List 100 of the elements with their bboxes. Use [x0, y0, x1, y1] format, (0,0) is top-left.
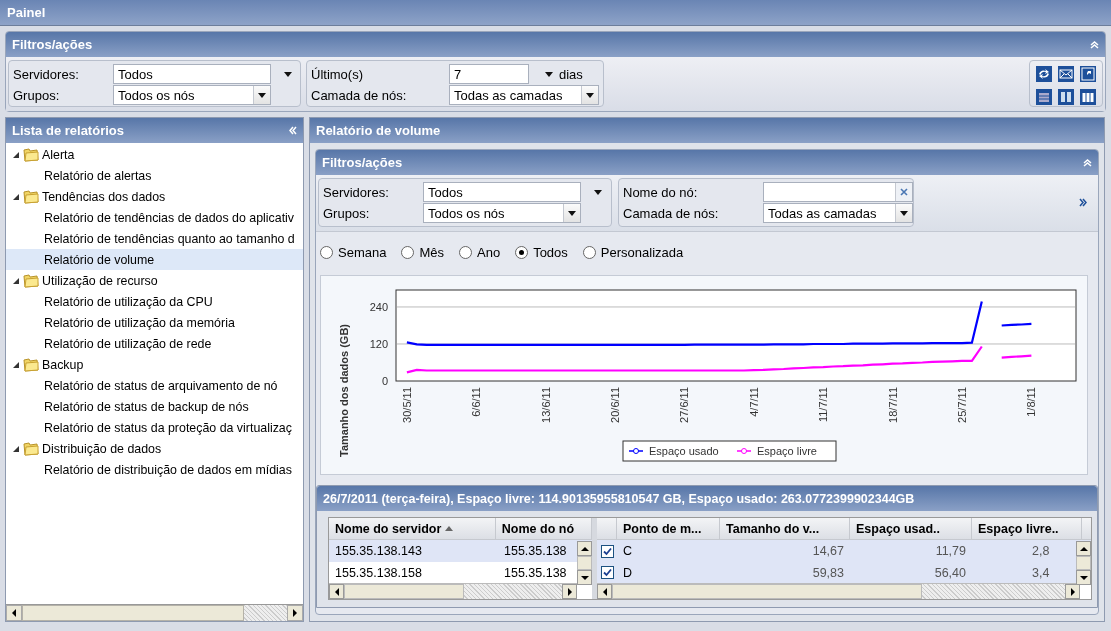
dropdown-arrow-icon[interactable]	[545, 71, 553, 77]
tree-item[interactable]: Relatório de tendências de dados do aplicativ	[6, 207, 303, 228]
tree-item[interactable]: Relatório de utilização de rede	[6, 333, 303, 354]
table-cell-text: 59,83	[811, 564, 845, 582]
column-header[interactable]: Tamanho do v...	[720, 518, 850, 540]
dropdown-arrow-icon[interactable]	[594, 189, 602, 195]
folder-icon	[23, 273, 39, 288]
clear-icon[interactable]	[900, 188, 908, 196]
axis-tick-label: 120	[369, 338, 388, 350]
vertical-scrollbar[interactable]	[577, 541, 592, 585]
legend-label: Espaço usado	[649, 445, 719, 457]
axis-tick-label: 4/7/11	[747, 387, 760, 417]
radio-button[interactable]	[320, 245, 333, 259]
unit-label: dias	[559, 66, 583, 82]
expanded-arrow-icon[interactable]	[12, 276, 20, 285]
panel-header: Relatório de volume	[310, 118, 1104, 143]
radio-button[interactable]	[459, 245, 472, 259]
column-header[interactable]: Nome do nó	[495, 518, 592, 540]
radio-label[interactable]: Mês	[419, 244, 444, 260]
tree-item[interactable]: Relatório de distribuição de dados em mídias	[6, 459, 303, 480]
vertical-scrollbar[interactable]	[1076, 541, 1091, 585]
table-cell-text: 3,4	[1032, 564, 1051, 582]
folder-icon	[23, 441, 39, 456]
axis-title: Tamanho dos dados (GB)	[338, 324, 350, 457]
tree-item[interactable]: Relatório de volume	[6, 249, 303, 270]
radio-label[interactable]: Semana	[338, 244, 387, 260]
dropdown[interactable]: Todas as camadas	[449, 85, 599, 105]
column-header[interactable]: Nome do servidor	[329, 518, 496, 540]
horizontal-scrollbar[interactable]	[6, 604, 303, 621]
collapse-icon[interactable]	[288, 126, 297, 135]
dropdown[interactable]: Todos os nós	[113, 85, 271, 105]
dropdown-arrow-icon[interactable]	[284, 71, 292, 77]
mail-icon[interactable]	[1058, 66, 1074, 82]
horizontal-scrollbar[interactable]	[329, 583, 577, 599]
panel-header: Lista de relatórios	[6, 118, 303, 143]
dropdown-field[interactable]: Todos	[113, 64, 271, 84]
field-label: Último(s)	[311, 66, 364, 82]
radio-label[interactable]: Ano	[477, 244, 501, 260]
legend-label: Espaço livre	[757, 445, 817, 457]
table-cell-text: 155.35.138	[503, 543, 568, 561]
radio-label[interactable]: Personalizada	[600, 244, 684, 260]
tree-item[interactable]: Relatório de tendências quanto ao tamanho d	[6, 228, 303, 249]
tree-item[interactable]: Relatório de status da proteção da virtualizaç	[6, 417, 303, 438]
axis-tick-label: 6/6/11	[470, 387, 483, 417]
table-cell-text: D	[622, 564, 634, 582]
field-label: Servidores:	[323, 184, 390, 200]
axis-tick-label: 30/5/11	[400, 387, 413, 423]
two-column-icon[interactable]	[1058, 89, 1074, 105]
tree-item[interactable]: Relatório de status de backup de nós	[6, 396, 303, 417]
column-header[interactable]: Espaço livre..	[972, 518, 1082, 540]
checkbox[interactable]	[601, 544, 614, 558]
table-cell-text: 155.35.138	[503, 564, 568, 582]
tree-item[interactable]: Relatório de utilização da CPU	[6, 291, 303, 312]
table-cell-text: 155.35.138.143	[334, 543, 423, 561]
panel-header: 26/7/2011 (terça-feira), Espaço livre: 114.90135955810547 GB, Espaço usado: 263.0772399902344GB	[317, 486, 1097, 511]
refresh-icon[interactable]	[1036, 66, 1052, 82]
tree-folder-label[interactable]: Alerta	[42, 147, 75, 162]
field-label: Servidores:	[13, 66, 80, 82]
dropdown[interactable]: Todas as camadas	[763, 203, 913, 223]
tree-item[interactable]: Relatório de status de arquivamento de nó	[6, 375, 303, 396]
folder-icon	[23, 189, 39, 204]
radio-button[interactable]	[401, 245, 415, 259]
table-cell-text: C	[622, 543, 634, 561]
checkbox[interactable]	[601, 566, 614, 580]
field-label: Camada de nós:	[623, 205, 720, 221]
field-label: Grupos:	[13, 87, 61, 103]
window-title: Painel	[0, 0, 1111, 26]
horizontal-scrollbar[interactable]	[597, 583, 1080, 599]
table-cell-text: 155.35.138.158	[334, 564, 423, 582]
dropdown[interactable]: Todos os nós	[423, 203, 581, 223]
dropdown-field[interactable]: Todos	[423, 182, 581, 202]
window-icon[interactable]	[1080, 66, 1096, 82]
collapse-icon[interactable]	[1090, 40, 1099, 49]
table-cell-text: 56,40	[933, 564, 967, 582]
expanded-arrow-icon[interactable]	[12, 150, 20, 159]
radio-button[interactable]	[582, 245, 596, 259]
collapse-icon[interactable]	[1083, 158, 1092, 167]
tree-item[interactable]: Relatório de alertas	[6, 165, 303, 186]
number-field[interactable]: 7	[449, 64, 529, 84]
single-layout-icon[interactable]	[1036, 89, 1052, 105]
column-header[interactable]: Ponto de m...	[617, 518, 720, 540]
tree-item[interactable]: Relatório de utilização da memória	[6, 312, 303, 333]
axis-tick-label: 13/6/11	[539, 387, 552, 423]
text-field[interactable]	[763, 182, 913, 202]
three-column-icon[interactable]	[1080, 89, 1096, 105]
radio-button[interactable]	[515, 245, 529, 259]
tree-folder-label[interactable]: Backup	[42, 357, 84, 372]
expanded-arrow-icon[interactable]	[12, 444, 20, 453]
tree-folder-label[interactable]: Tendências dos dados	[42, 189, 166, 204]
expanded-arrow-icon[interactable]	[12, 192, 20, 201]
expand-icon[interactable]	[1079, 198, 1088, 207]
tree-folder-label[interactable]: Utilização de recurso	[42, 273, 158, 288]
table-cell-text: 11,79	[934, 543, 967, 561]
radio-label[interactable]: Todos	[533, 244, 568, 260]
column-header[interactable]: Espaço usad..	[850, 518, 972, 540]
table-cell-text: 2,8	[1032, 543, 1051, 561]
tree-folder-label[interactable]: Distribuição de dados	[42, 441, 162, 456]
folder-icon	[23, 357, 39, 372]
axis-tick-label: 25/7/11	[956, 387, 968, 423]
expanded-arrow-icon[interactable]	[12, 360, 20, 369]
